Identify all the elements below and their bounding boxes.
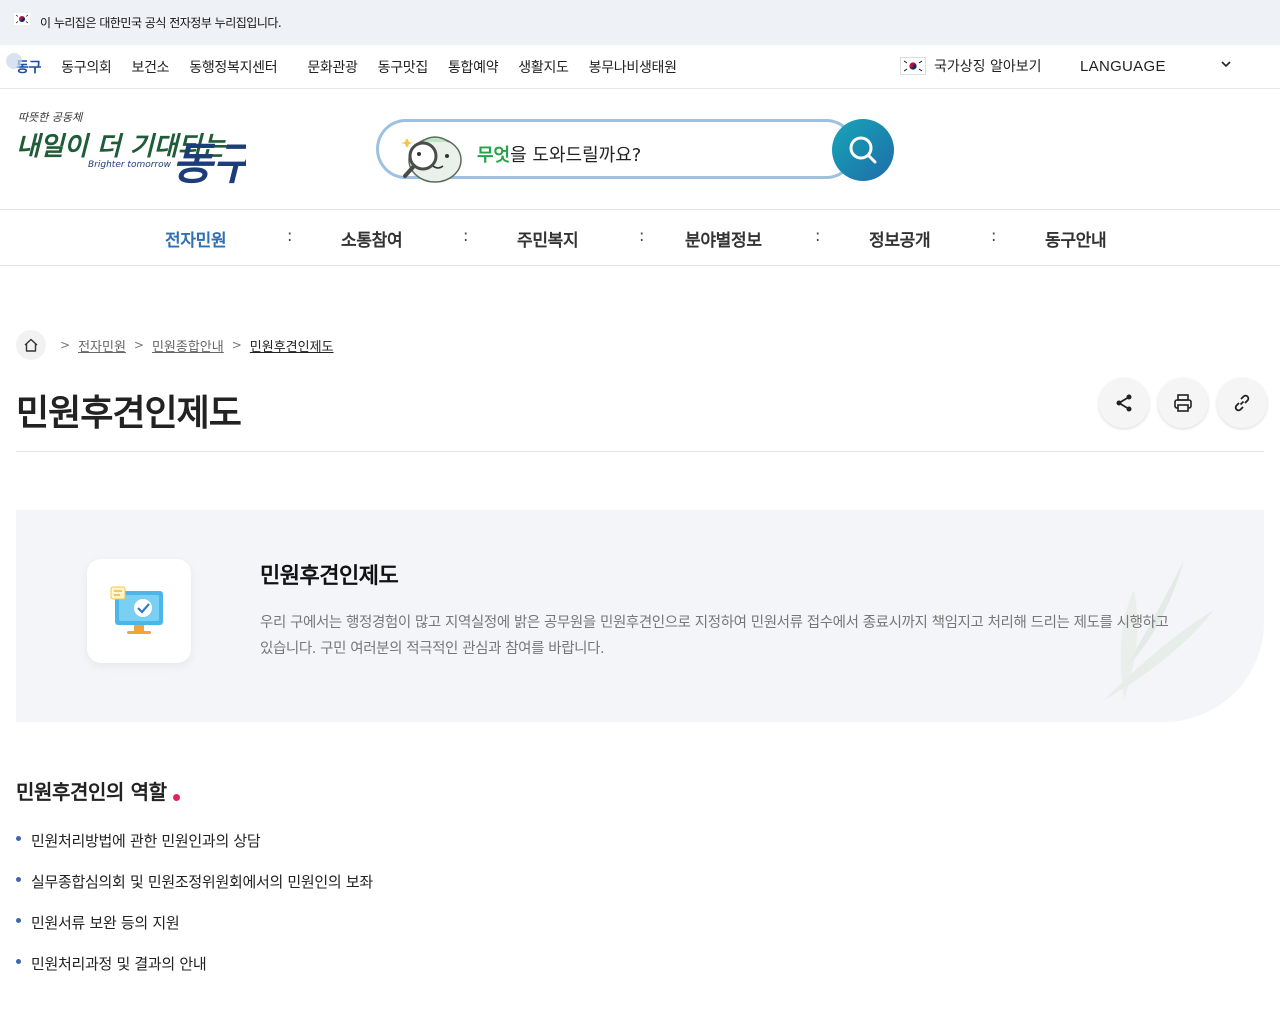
search-area: 무엇을 도와드릴까요? xyxy=(376,119,894,183)
site-header: 따뜻한 공동체 내일이 더 기대되는 Brighter tomorrow 동구 … xyxy=(0,89,1280,210)
list-item: 민원처리과정 및 결과의 안내 xyxy=(16,953,373,994)
list-item: 실무종합심의회 및 민원조정위원회에서의 민원인의 보좌 xyxy=(16,871,373,912)
util-link-butterfly-park[interactable]: 봉무나비생태원 xyxy=(589,57,677,77)
utility-nav: 동구 동구의회 보건소 동행정복지센터 문화관광 동구맛집 통합예약 생활지도 … xyxy=(0,45,1280,89)
gnb-welfare[interactable]: 주민복지 xyxy=(517,226,579,251)
gnb-civil-service[interactable]: 전자민원 xyxy=(165,226,227,251)
national-symbol-label: 국가상징 알아보기 xyxy=(934,59,1042,75)
monitor-check-icon xyxy=(87,559,191,663)
intro-title: 민원후견인제도 xyxy=(260,564,399,589)
util-link-welfare-center[interactable]: 동행정복지센터 xyxy=(189,57,277,77)
chevron-down-icon[interactable] xyxy=(1220,58,1232,73)
svg-text:따뜻한 공동체: 따뜻한 공동체 xyxy=(18,111,84,124)
gnb-separator: : xyxy=(639,226,645,245)
share-button[interactable] xyxy=(1099,378,1149,428)
page-tools xyxy=(1099,378,1267,428)
page-title: 민원후견인제도 xyxy=(16,393,242,434)
breadcrumb-current[interactable]: 민원후견인제도 xyxy=(250,336,334,355)
language-select[interactable]: LANGUAGE xyxy=(1080,58,1166,75)
list-item: 민원처리방법에 관한 민원인과의 상담 xyxy=(16,830,373,871)
title-dot xyxy=(172,794,180,801)
util-link-life-map[interactable]: 생활지도 xyxy=(518,57,569,77)
util-link-health-center[interactable]: 보건소 xyxy=(132,57,170,77)
donggu-logo-icon: 따뜻한 공동체 내일이 더 기대되는 Brighter tomorrow 동구 xyxy=(16,111,256,190)
share-icon xyxy=(1116,394,1132,412)
chevron-right-icon: > xyxy=(133,338,144,352)
util-link-culture[interactable]: 문화관광 xyxy=(307,57,358,77)
link-icon xyxy=(1234,394,1250,412)
search-button[interactable] xyxy=(832,119,894,181)
section-title: 민원후견인의 역할 xyxy=(16,776,180,805)
breadcrumb-civil-service[interactable]: 전자민원 xyxy=(78,336,126,355)
gnb-info-disclosure[interactable]: 정보공개 xyxy=(869,226,931,251)
chevron-right-icon: > xyxy=(60,338,71,352)
chevron-right-icon: > xyxy=(231,338,242,352)
korea-flag-icon xyxy=(14,12,30,25)
home-button[interactable] xyxy=(16,330,46,360)
util-link-council[interactable]: 동구의회 xyxy=(61,57,112,77)
gnb-separator: : xyxy=(991,226,997,245)
intro-description: 우리 구에서는 행정경험이 많고 지역실정에 밝은 공무원을 민원후견인으로 지… xyxy=(260,615,1169,657)
list-item: 민원서류 보완 등의 지원 xyxy=(16,912,373,953)
util-link-reservation[interactable]: 통합예약 xyxy=(448,57,499,77)
gov-banner-text: 이 누리집은 대한민국 공식 전자정부 누리집입니다. xyxy=(40,16,282,30)
print-button[interactable] xyxy=(1158,378,1208,428)
gov-banner: 이 누리집은 대한민국 공식 전자정부 누리집입니다. xyxy=(0,0,1280,45)
national-symbol-link[interactable]: 국가상징 알아보기 xyxy=(900,56,1042,76)
gnb-donggu-guide[interactable]: 동구안내 xyxy=(1045,226,1107,251)
korea-flag-icon xyxy=(900,57,926,75)
home-icon xyxy=(24,338,38,352)
search-icon xyxy=(849,136,877,164)
role-list: 민원처리방법에 관한 민원인과의 상담 실무종합심의회 및 민원조정위원회에서의… xyxy=(16,830,373,994)
search-placeholder: 무엇을 도와드릴까요? xyxy=(477,145,642,166)
gnb-separator: : xyxy=(815,226,821,245)
copy-link-button[interactable] xyxy=(1217,378,1267,428)
gnb-communication[interactable]: 소통참여 xyxy=(341,226,403,251)
gnb-separator: : xyxy=(463,226,469,245)
search-input[interactable]: 무엇을 도와드릴까요? xyxy=(376,119,856,183)
util-link-donggu[interactable]: 동구 xyxy=(5,52,41,77)
util-link-restaurants[interactable]: 동구맛집 xyxy=(378,57,429,77)
main-nav: 전자민원 : 소통참여 : 주민복지 : 분야별정보 : 정보공개 : 동구안내 xyxy=(0,210,1280,266)
gnb-separator: : xyxy=(287,226,293,245)
print-icon xyxy=(1174,394,1192,412)
svg-text:동구: 동구 xyxy=(172,139,246,190)
svg-text:Brighter tomorrow: Brighter tomorrow xyxy=(88,160,172,170)
breadcrumb-civil-guide[interactable]: 민원종합안내 xyxy=(152,336,224,355)
title-divider xyxy=(16,451,1264,452)
intro-box: 민원후견인제도 우리 구에서는 행정경험이 많고 지역실정에 밝은 공무원을 민… xyxy=(16,510,1264,722)
mascot-magnifier-icon xyxy=(401,136,462,183)
gnb-field-info[interactable]: 분야별정보 xyxy=(685,226,762,251)
site-logo[interactable]: 따뜻한 공동체 내일이 더 기대되는 Brighter tomorrow 동구 xyxy=(16,107,256,192)
breadcrumb: > 전자민원 > 민원종합안내 > 민원후견인제도 xyxy=(16,330,334,360)
